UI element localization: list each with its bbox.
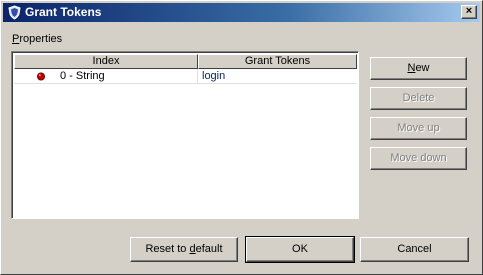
ok-button[interactable]: OK bbox=[245, 236, 355, 263]
index-cell[interactable]: 0 - String bbox=[14, 69, 198, 84]
reset-label-post: efault bbox=[195, 243, 223, 255]
table-header: Index Grant Tokens bbox=[14, 54, 357, 69]
grant-tokens-dialog: Grant Tokens × Properties Index Grant To… bbox=[0, 0, 483, 275]
title-bar[interactable]: Grant Tokens × bbox=[3, 3, 480, 22]
properties-table[interactable]: Index Grant Tokens 0 - String login bbox=[11, 51, 359, 219]
move-up-button[interactable]: Move up bbox=[370, 117, 467, 140]
cancel-button[interactable]: Cancel bbox=[360, 237, 469, 262]
close-button[interactable]: × bbox=[461, 5, 477, 19]
properties-label-rest: roperties bbox=[19, 33, 63, 45]
column-header-index[interactable]: Index bbox=[14, 54, 198, 69]
table-row[interactable]: 0 - String login bbox=[14, 69, 357, 84]
properties-label: Properties bbox=[12, 33, 62, 45]
row-index-label: 0 - String bbox=[60, 70, 105, 82]
column-header-grant-tokens[interactable]: Grant Tokens bbox=[198, 54, 357, 69]
app-shield-icon bbox=[8, 5, 21, 20]
close-icon: × bbox=[465, 5, 473, 17]
reset-to-default-button[interactable]: Reset to default bbox=[130, 237, 238, 262]
grant-token-cell[interactable]: login bbox=[198, 69, 357, 84]
red-bullet-icon bbox=[37, 72, 45, 81]
delete-button[interactable]: Delete bbox=[370, 87, 467, 110]
move-down-button[interactable]: Move down bbox=[370, 147, 467, 170]
new-label-rest: ew bbox=[415, 62, 430, 74]
window-title: Grant Tokens bbox=[25, 5, 102, 19]
reset-label-pre: Reset to bbox=[145, 243, 190, 255]
new-button[interactable]: New bbox=[370, 57, 467, 80]
